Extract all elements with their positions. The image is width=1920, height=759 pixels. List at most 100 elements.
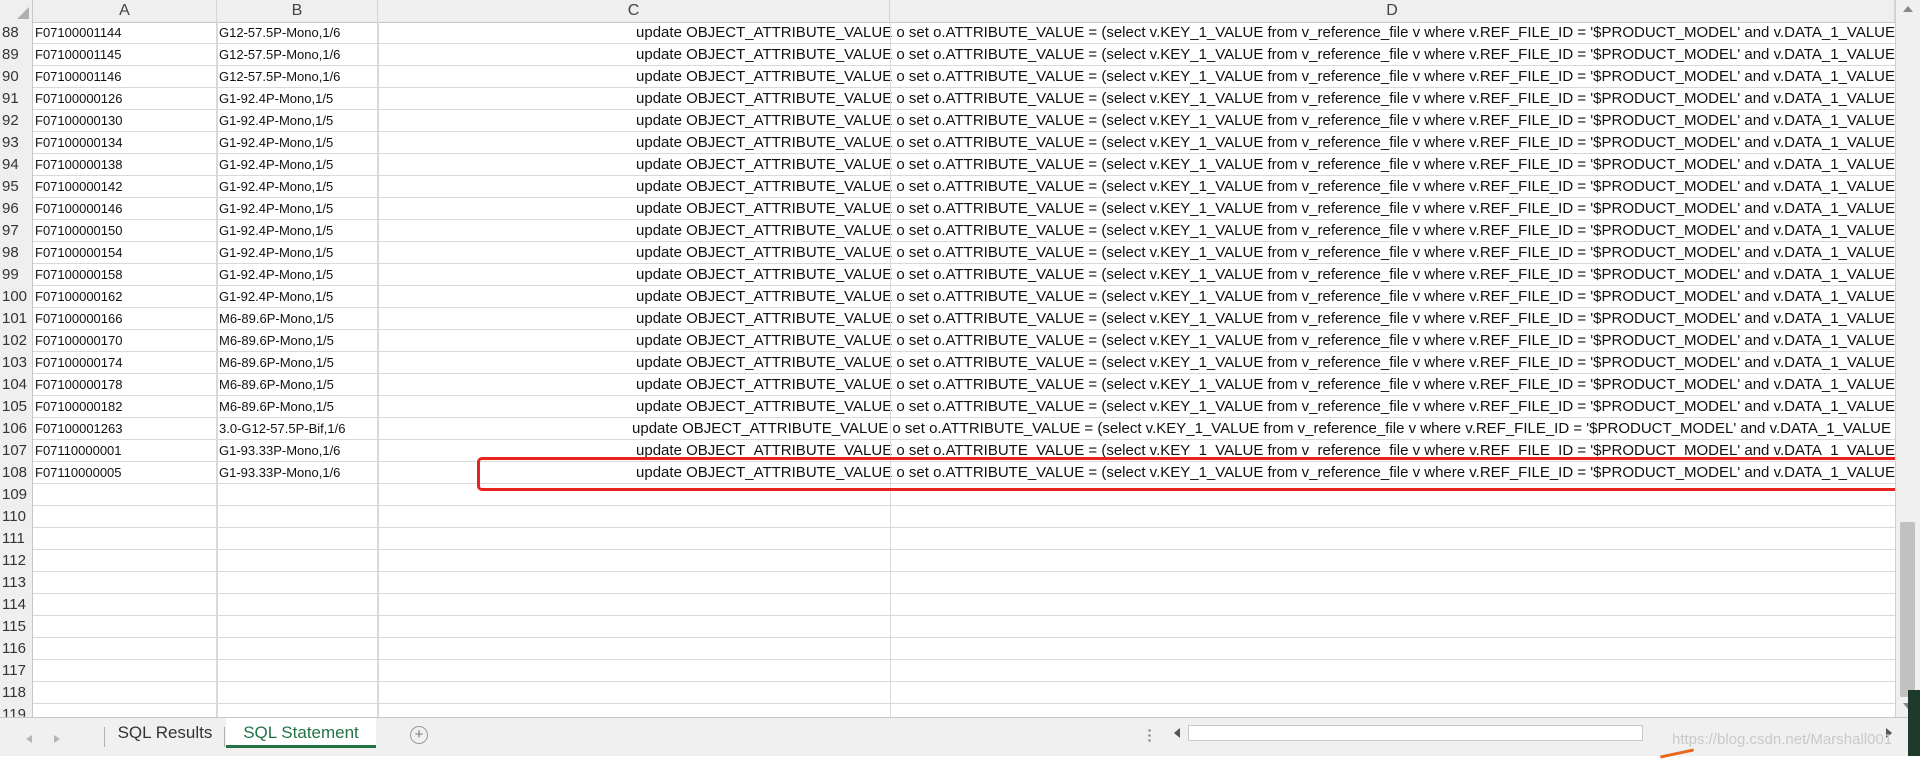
cell-b[interactable]: M6-89.6P-Mono,1/5: [217, 308, 378, 330]
cell-b[interactable]: G1-92.4P-Mono,1/5: [217, 286, 378, 308]
scroll-up-icon[interactable]: [1903, 6, 1913, 12]
cell-a[interactable]: [33, 638, 217, 660]
cell-a[interactable]: [33, 528, 217, 550]
cell-a[interactable]: [33, 594, 217, 616]
cell-b[interactable]: [217, 638, 378, 660]
cell-c-sql[interactable]: update OBJECT_ATTRIBUTE_VALUE o set o.AT…: [378, 352, 1895, 374]
spreadsheet-grid[interactable]: A B C D 88 F07100001144 G12-57.5P-Mono,1/6…: [0, 0, 1895, 717]
row-header[interactable]: 101: [0, 308, 33, 330]
horizontal-scroll-thumb[interactable]: [1188, 725, 1643, 741]
cell-a[interactable]: [33, 506, 217, 528]
row-header[interactable]: 98: [0, 242, 33, 264]
cell-c-sql[interactable]: [378, 616, 1895, 638]
add-sheet-icon[interactable]: +: [410, 726, 428, 744]
cell-b[interactable]: G12-57.5P-Mono,1/6: [217, 22, 378, 44]
row-header[interactable]: 95: [0, 176, 33, 198]
cell-b[interactable]: M6-89.6P-Mono,1/5: [217, 330, 378, 352]
cell-a[interactable]: [33, 550, 217, 572]
scroll-left-icon[interactable]: [1174, 728, 1180, 738]
cell-b[interactable]: G1-93.33P-Mono,1/6: [217, 440, 378, 462]
cell-a[interactable]: F07100000162: [33, 286, 217, 308]
cell-c-sql[interactable]: update OBJECT_ATTRIBUTE_VALUE o set o.AT…: [378, 88, 1895, 110]
tab-splitter-handle[interactable]: [1148, 728, 1151, 744]
cell-b[interactable]: [217, 550, 378, 572]
cell-a[interactable]: [33, 572, 217, 594]
cell-a[interactable]: F07100001144: [33, 22, 217, 44]
row-header[interactable]: 106: [0, 418, 33, 440]
cell-c-sql[interactable]: update OBJECT_ATTRIBUTE_VALUE o set o.AT…: [378, 264, 1895, 286]
cell-b[interactable]: [217, 484, 378, 506]
cell-b[interactable]: M6-89.6P-Mono,1/5: [217, 352, 378, 374]
cell-b[interactable]: [217, 594, 378, 616]
cell-c-sql[interactable]: update OBJECT_ATTRIBUTE_VALUE o set o.AT…: [378, 110, 1895, 132]
row-header[interactable]: 107: [0, 440, 33, 462]
row-header[interactable]: 111: [0, 528, 33, 550]
cell-c-sql[interactable]: [378, 704, 1895, 717]
row-header[interactable]: 89: [0, 44, 33, 66]
cell-a[interactable]: F07100000138: [33, 154, 217, 176]
row-header[interactable]: 99: [0, 264, 33, 286]
row-header[interactable]: 91: [0, 88, 33, 110]
cell-c-sql[interactable]: update OBJECT_ATTRIBUTE_VALUE o set o.AT…: [378, 220, 1895, 242]
cell-b[interactable]: [217, 704, 378, 717]
column-header-a[interactable]: A: [33, 0, 217, 22]
cell-b[interactable]: [217, 682, 378, 704]
cell-c-sql[interactable]: update OBJECT_ATTRIBUTE_VALUE o set o.AT…: [378, 132, 1895, 154]
cell-a[interactable]: F07100000170: [33, 330, 217, 352]
row-header[interactable]: 112: [0, 550, 33, 572]
row-header[interactable]: 105: [0, 396, 33, 418]
row-header[interactable]: 109: [0, 484, 33, 506]
cell-c-sql[interactable]: [378, 528, 1895, 550]
cell-c-sql[interactable]: update OBJECT_ATTRIBUTE_VALUE o set o.AT…: [378, 418, 1895, 440]
next-sheet-icon[interactable]: [54, 735, 60, 743]
cell-b[interactable]: G1-92.4P-Mono,1/5: [217, 242, 378, 264]
cell-a[interactable]: F07100000182: [33, 396, 217, 418]
cell-b[interactable]: G1-92.4P-Mono,1/5: [217, 264, 378, 286]
cell-a[interactable]: F07100000154: [33, 242, 217, 264]
cell-a[interactable]: F07100000174: [33, 352, 217, 374]
vertical-scrollbar[interactable]: [1895, 0, 1920, 717]
cell-b[interactable]: G1-92.4P-Mono,1/5: [217, 154, 378, 176]
row-header[interactable]: 113: [0, 572, 33, 594]
row-header[interactable]: 94: [0, 154, 33, 176]
cell-b[interactable]: [217, 616, 378, 638]
cell-b[interactable]: G12-57.5P-Mono,1/6: [217, 66, 378, 88]
cell-c-sql[interactable]: update OBJECT_ATTRIBUTE_VALUE o set o.AT…: [378, 22, 1895, 44]
row-header[interactable]: 92: [0, 110, 33, 132]
cell-c-sql[interactable]: update OBJECT_ATTRIBUTE_VALUE o set o.AT…: [378, 330, 1895, 352]
row-header[interactable]: 88: [0, 22, 33, 44]
cell-b[interactable]: [217, 572, 378, 594]
cell-b[interactable]: G1-93.33P-Mono,1/6: [217, 462, 378, 484]
cell-a[interactable]: F07110000005: [33, 462, 217, 484]
column-header-c[interactable]: C: [378, 0, 890, 22]
cell-b[interactable]: 3.0-G12-57.5P-Bif,1/6: [217, 418, 378, 440]
row-header[interactable]: 103: [0, 352, 33, 374]
row-header[interactable]: 102: [0, 330, 33, 352]
row-header[interactable]: 110: [0, 506, 33, 528]
cell-b[interactable]: G1-92.4P-Mono,1/5: [217, 132, 378, 154]
cell-c-sql[interactable]: update OBJECT_ATTRIBUTE_VALUE o set o.AT…: [378, 286, 1895, 308]
cell-a[interactable]: F07100000134: [33, 132, 217, 154]
cell-c-sql[interactable]: update OBJECT_ATTRIBUTE_VALUE o set o.AT…: [378, 396, 1895, 418]
cell-c-sql[interactable]: [378, 682, 1895, 704]
tab-sql-results[interactable]: SQL Results: [110, 718, 220, 748]
cell-a[interactable]: F07110000001: [33, 440, 217, 462]
cell-b[interactable]: G1-92.4P-Mono,1/5: [217, 198, 378, 220]
row-header[interactable]: 119: [0, 704, 33, 717]
cell-a[interactable]: F07100000166: [33, 308, 217, 330]
cell-b[interactable]: G1-92.4P-Mono,1/5: [217, 110, 378, 132]
row-header[interactable]: 90: [0, 66, 33, 88]
cell-c-sql[interactable]: [378, 506, 1895, 528]
cell-a[interactable]: F07100000178: [33, 374, 217, 396]
cell-a[interactable]: [33, 660, 217, 682]
row-header[interactable]: 97: [0, 220, 33, 242]
row-header[interactable]: 116: [0, 638, 33, 660]
row-header[interactable]: 96: [0, 198, 33, 220]
cell-b[interactable]: M6-89.6P-Mono,1/5: [217, 374, 378, 396]
cell-b[interactable]: G1-92.4P-Mono,1/5: [217, 220, 378, 242]
cell-a[interactable]: [33, 682, 217, 704]
cell-c-sql[interactable]: update OBJECT_ATTRIBUTE_VALUE o set o.AT…: [378, 198, 1895, 220]
column-header-d[interactable]: D: [890, 0, 1895, 22]
row-header[interactable]: 118: [0, 682, 33, 704]
tab-sql-statement[interactable]: SQL Statement: [226, 718, 376, 748]
